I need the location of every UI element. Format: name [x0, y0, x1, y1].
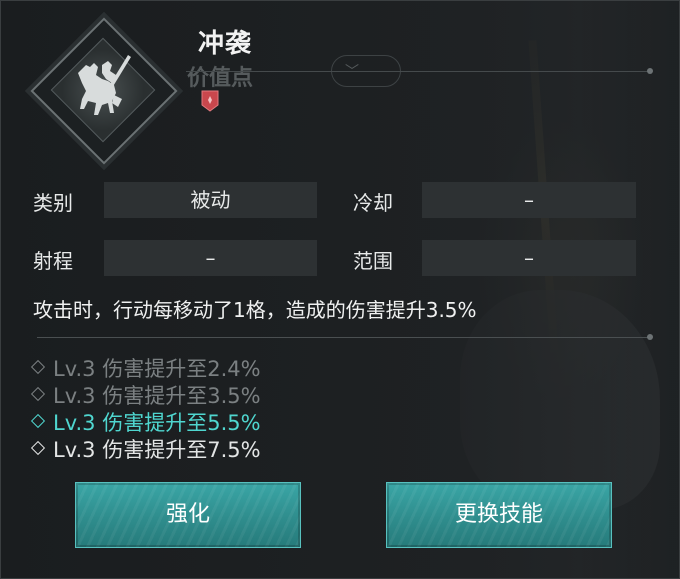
level-item-current: Lv.3 伤害提升至5.5% [30, 407, 261, 437]
category-value: 被动 [104, 182, 317, 218]
range-value: – [104, 240, 317, 276]
level-text: Lv.3 伤害提升至2.4% [53, 357, 261, 381]
level-text: Lv.3 伤害提升至7.5% [53, 438, 261, 462]
level-item: Lv.3 伤害提升至2.4% [30, 353, 261, 383]
skill-description: 攻击时，行动每移动了1格，造成的伤害提升3.5% [33, 298, 477, 322]
title-divider [186, 71, 651, 72]
area-label: 范围 [353, 249, 393, 273]
cooldown-value: – [422, 182, 636, 218]
description-divider [37, 337, 651, 338]
divider-dot [647, 334, 653, 340]
level-item: Lv.3 伤害提升至3.5% [30, 380, 261, 410]
level-text: Lv.3 伤害提升至3.5% [53, 384, 261, 408]
divider-dot [647, 68, 653, 74]
diamond-bullet-icon [30, 440, 46, 456]
cooldown-label: 冷却 [353, 191, 393, 215]
background-value-label: 价值点 [187, 66, 254, 91]
diamond-bullet-icon [30, 413, 46, 429]
level-text: Lv.3 伤害提升至5.5% [53, 411, 261, 435]
range-label: 射程 [33, 249, 73, 273]
area-value: – [422, 240, 636, 276]
red-gem-icon [201, 90, 219, 112]
skill-icon [30, 17, 178, 165]
diamond-bullet-icon [30, 386, 46, 402]
diamond-bullet-icon [30, 359, 46, 375]
level-item: Lv.3 伤害提升至7.5% [30, 434, 261, 464]
skill-title: 冲袭 [198, 29, 253, 59]
category-label: 类别 [33, 191, 73, 215]
enhance-button[interactable]: 强化 [75, 482, 301, 548]
skill-detail-panel: 价值点 ﹀ 冲袭 类别 被动 冷却 – 射程 – 范围 – 攻击时，行动每移动了… [0, 0, 680, 579]
replace-skill-button[interactable]: 更换技能 [386, 482, 612, 548]
knight-on-horse-icon [78, 55, 131, 115]
